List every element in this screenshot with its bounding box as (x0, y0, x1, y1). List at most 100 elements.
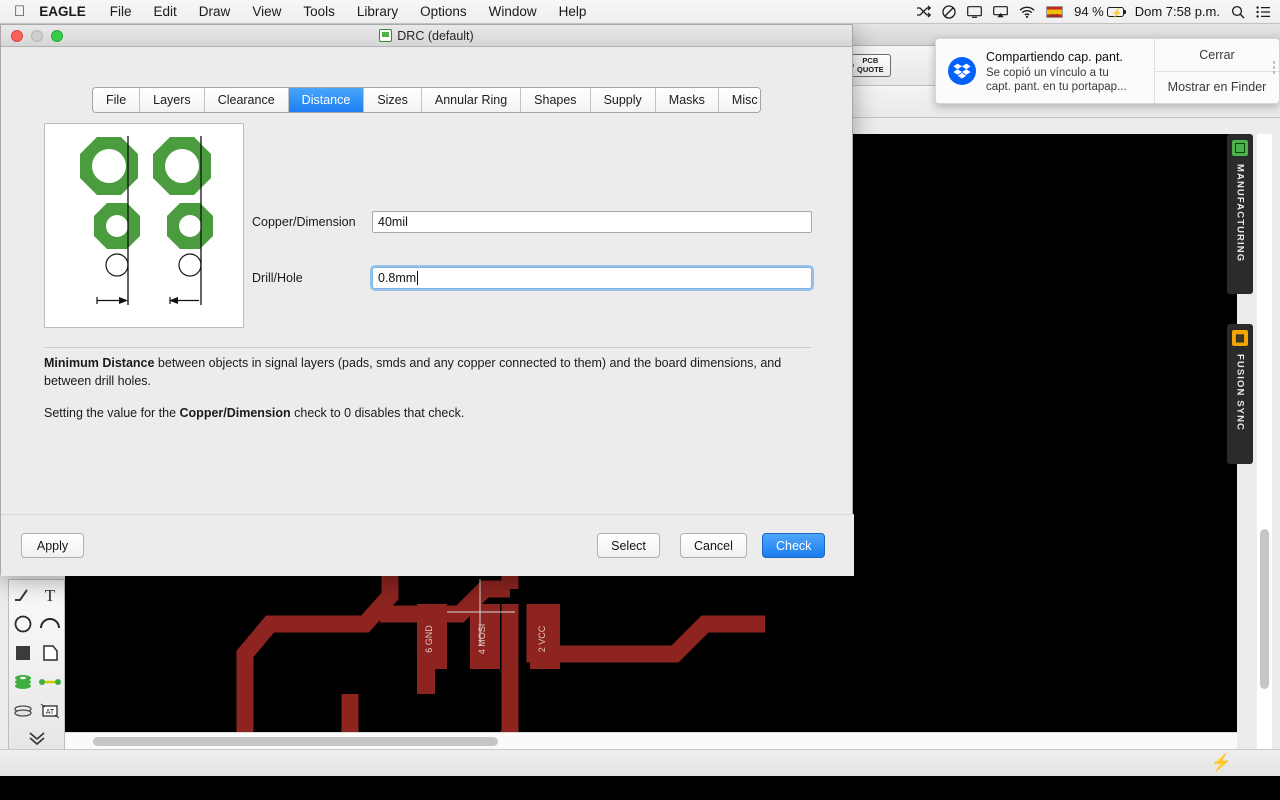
tab-supply[interactable]: Supply (590, 88, 656, 112)
notification-content: Compartiendo cap. pant. Se copió un vínc… (936, 39, 1154, 103)
menu-item-edit[interactable]: Edit (143, 0, 188, 24)
attribute-tool-icon[interactable]: AT (37, 696, 65, 725)
menu-item-help[interactable]: Help (548, 0, 598, 24)
rectangle-tool-icon[interactable] (9, 638, 37, 667)
tab-clearance[interactable]: Clearance (204, 88, 289, 112)
description-p2-pre: Setting the value for the (44, 406, 180, 420)
svg-text:AT: AT (46, 709, 55, 716)
description-paragraph-1: Minimum Distance between objects in sign… (44, 354, 819, 390)
drc-dialog-body: File Layers Clearance Distance Sizes Ann… (1, 47, 854, 576)
hole-tool-icon[interactable] (9, 696, 37, 725)
circle-tool-icon[interactable] (9, 609, 37, 638)
cancel-button[interactable]: Cancel (680, 533, 747, 558)
menu-item-library[interactable]: Library (346, 0, 409, 24)
distance-description: Minimum Distance between objects in sign… (44, 354, 819, 422)
panel-tab-manufacturing-label: MANUFACTURING (1234, 164, 1246, 263)
via-tool-icon[interactable] (9, 667, 37, 696)
tab-annular-ring[interactable]: Annular Ring (421, 88, 522, 112)
canvas-horizontal-scrollbar[interactable] (65, 732, 1237, 749)
battery-status[interactable]: 94 % ⚡ (1074, 4, 1126, 19)
notification-close-button[interactable]: Cerrar (1155, 39, 1279, 71)
panel-tab-fusion-sync-label: FUSION SYNC (1234, 354, 1246, 432)
text-caret (417, 271, 419, 285)
tab-file[interactable]: File (93, 88, 141, 112)
menu-item-file[interactable]: File (99, 0, 143, 24)
lightning-icon[interactable]: ⚡ (1211, 754, 1232, 772)
svg-text:6 GND: 6 GND (424, 625, 434, 653)
pcb-quote-line2: QUOTE (857, 64, 884, 74)
eagle-status-bar: ⚡ (0, 749, 1280, 776)
description-paragraph-2: Setting the value for the Copper/Dimensi… (44, 404, 819, 422)
notification-title: Compartiendo cap. pant. (986, 50, 1123, 64)
notification-body-line2: capt. pant. en tu portapap... (986, 81, 1127, 93)
description-p2-post: check to 0 disables that check. (290, 406, 465, 420)
tab-layers[interactable]: Layers (140, 88, 205, 112)
dialog-divider (44, 347, 811, 348)
shuffle-icon[interactable] (916, 5, 932, 18)
macos-menubar:  EAGLE File Edit Draw View Tools Librar… (0, 0, 1280, 24)
notification-show-in-finder-button[interactable]: Mostrar en Finder (1155, 70, 1279, 104)
polygon-tool-icon[interactable] (37, 638, 65, 667)
search-icon[interactable] (1231, 5, 1245, 19)
battery-charging-icon: ⚡ (1106, 6, 1126, 18)
tab-distance[interactable]: Distance (288, 88, 365, 112)
tool-palette: T AT (8, 579, 65, 776)
apply-button[interactable]: Apply (21, 533, 84, 558)
description-p1-bold: Minimum Distance (44, 356, 155, 370)
drc-dialog-titlebar[interactable]: DRC (default) (1, 25, 852, 47)
fusion-icon: ▩ (1232, 330, 1248, 346)
panel-tab-manufacturing[interactable]: MANUFACTURING (1227, 134, 1253, 294)
tab-masks[interactable]: Masks (655, 88, 719, 112)
copper-dimension-label: Copper/Dimension (252, 215, 356, 229)
tab-shapes[interactable]: Shapes (521, 88, 591, 112)
svg-text:2 VCC: 2 VCC (537, 625, 547, 652)
wire-tool-icon[interactable] (37, 667, 65, 696)
copper-dimension-input[interactable]: 40mil (372, 211, 812, 233)
line-tool-icon[interactable] (9, 580, 37, 609)
arc-tool-icon[interactable] (37, 609, 65, 638)
dropbox-icon (948, 57, 976, 85)
apple-menu-icon[interactable]:  (0, 4, 39, 19)
tool-palette-expand-icon[interactable] (9, 725, 64, 751)
menu-item-eagle[interactable]: EAGLE (39, 0, 99, 24)
drill-hole-value: 0.8mm (378, 271, 417, 285)
menu-item-window[interactable]: Window (478, 0, 548, 24)
notification-actions: Cerrar Mostrar en Finder (1154, 39, 1279, 103)
vertical-scroll-thumb[interactable] (1260, 529, 1269, 689)
drill-hole-input[interactable]: 0.8mm (370, 265, 814, 291)
drill-hole-field-row: Drill/Hole 0.8mm (252, 265, 814, 291)
drc-dialog-footer: Apply Select Cancel Check (1, 514, 854, 576)
check-button[interactable]: Check (762, 533, 826, 558)
input-source-flag-icon[interactable]: ISO (1046, 5, 1064, 18)
dropbox-notification[interactable]: Compartiendo cap. pant. Se copió un vínc… (935, 38, 1280, 104)
text-tool-icon[interactable]: T (37, 580, 65, 609)
distance-diagram (44, 123, 244, 328)
display-icon[interactable] (967, 5, 982, 18)
menu-item-options[interactable]: Options (409, 0, 478, 24)
no-entry-icon[interactable] (942, 4, 956, 19)
panel-tab-fusion-sync[interactable]: ▩ FUSION SYNC (1227, 324, 1253, 464)
copper-dimension-field-row: Copper/Dimension 40mil (252, 211, 812, 233)
menubar-clock[interactable]: Dom 7:58 p.m. (1135, 4, 1220, 19)
menubar-status-area: ISO 94 % ⚡ Dom 7:58 p.m. (916, 4, 1280, 19)
tab-sizes[interactable]: Sizes (364, 88, 422, 112)
input-source-label: ISO (1050, 12, 1059, 18)
notification-grip-icon (1272, 61, 1275, 74)
airplay-icon[interactable] (993, 5, 1008, 18)
description-p1-rest: between objects in signal layers (pads, … (44, 356, 782, 388)
control-center-list-icon[interactable] (1256, 5, 1271, 18)
menu-item-tools[interactable]: Tools (292, 0, 346, 24)
drc-icon (379, 29, 393, 42)
svg-text:4 MOSI: 4 MOSI (477, 624, 487, 655)
horizontal-scroll-thumb[interactable] (93, 737, 498, 746)
drc-dialog: DRC (default) File Layers Clearance Dist… (0, 24, 854, 576)
drc-dialog-title-wrap: DRC (default) (1, 29, 852, 43)
wifi-icon[interactable] (1019, 6, 1035, 18)
canvas-vertical-scrollbar[interactable] (1257, 134, 1272, 774)
menu-item-view[interactable]: View (241, 0, 292, 24)
select-button[interactable]: Select (597, 533, 660, 558)
menu-item-draw[interactable]: Draw (188, 0, 242, 24)
drill-hole-label: Drill/Hole (252, 271, 303, 285)
description-p2-bold: Copper/Dimension (179, 406, 291, 420)
tab-misc[interactable]: Misc (718, 88, 760, 112)
